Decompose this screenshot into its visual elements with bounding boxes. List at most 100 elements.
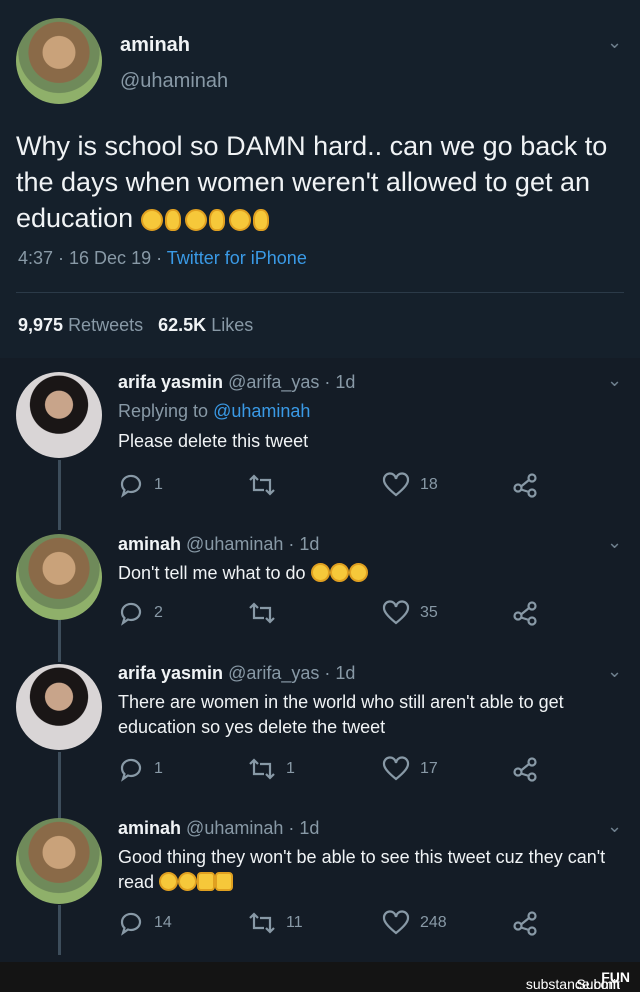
watermark-text: Submit your pics at FUNsubstance.com — [526, 969, 630, 992]
action-bar: 2 35 — [118, 600, 618, 630]
like-action[interactable]: 18 — [382, 472, 438, 498]
like-icon[interactable] — [382, 756, 410, 782]
like-action[interactable]: 35 — [382, 600, 438, 626]
author-name[interactable]: aminah — [120, 34, 190, 57]
action-bar: 1 18 — [118, 472, 618, 502]
reply-count: 1 — [154, 760, 163, 777]
reply-action[interactable]: 14 — [118, 910, 172, 936]
thread-line — [58, 905, 61, 955]
tweet-stats: 9,975 Retweets 62.5K Likes — [18, 315, 253, 336]
retweet-action[interactable]: 11 — [248, 910, 303, 936]
laughing-emoji — [178, 872, 198, 891]
tweet-text-content: Why is school so DAMN hard.. can we go b… — [16, 131, 608, 233]
replying-to: Replying to @uhaminah — [118, 401, 310, 422]
laughing-emoji — [329, 563, 349, 582]
reply-icon[interactable] — [118, 756, 144, 782]
laughing-emoji — [159, 872, 179, 891]
reply-action[interactable]: 1 — [118, 472, 163, 498]
like-count: 248 — [420, 914, 447, 931]
thread-line — [58, 752, 61, 822]
reply-icon[interactable] — [118, 472, 144, 498]
thumbs-up-emoji — [215, 872, 234, 891]
avatar[interactable] — [16, 818, 102, 904]
share-icon[interactable] — [512, 600, 538, 626]
thread-line — [58, 620, 61, 662]
reply-icon[interactable] — [118, 910, 144, 936]
author-handle[interactable]: @uhaminah — [120, 70, 228, 93]
retweet-icon[interactable] — [248, 600, 276, 626]
retweet-icon[interactable] — [248, 472, 276, 498]
avatar[interactable] — [16, 534, 102, 620]
author-handle[interactable]: @uhaminah · 1d — [186, 534, 319, 554]
reply-action[interactable]: 1 — [118, 756, 163, 782]
chevron-down-icon[interactable]: ⌄ — [607, 370, 622, 391]
retweet-action[interactable]: 1 — [248, 756, 295, 782]
retweet-count: 11 — [286, 914, 303, 931]
tweet-text: Why is school so DAMN hard.. can we go b… — [16, 128, 626, 236]
reply-text: Don't tell me what to do — [118, 563, 306, 583]
thread-line — [58, 460, 61, 530]
thumbs-up-emoji — [197, 872, 216, 891]
author-name[interactable]: arifa yasmin — [118, 663, 223, 683]
avatar[interactable] — [16, 18, 102, 104]
reply-action[interactable]: 2 — [118, 600, 163, 626]
laughing-emoji — [348, 563, 368, 582]
share-action[interactable] — [512, 910, 538, 936]
replying-handle[interactable]: @uhaminah — [213, 401, 310, 421]
author-name[interactable]: arifa yasmin — [118, 372, 223, 392]
likes-label[interactable]: Likes — [211, 315, 253, 335]
like-count: 18 — [420, 476, 438, 493]
chevron-down-icon[interactable]: ⌄ — [607, 816, 622, 837]
chevron-down-icon[interactable]: ⌄ — [607, 661, 622, 682]
reply-icon[interactable] — [118, 600, 144, 626]
action-bar: 14 11 248 — [118, 910, 618, 940]
ok-hand-emoji — [208, 209, 225, 231]
ok-hand-emoji — [252, 209, 269, 231]
reply-text: There are women in the world who still a… — [118, 692, 564, 737]
weary-face-emoji — [184, 209, 207, 231]
like-action[interactable]: 248 — [382, 910, 447, 936]
author-handle[interactable]: @uhaminah · 1d — [186, 818, 319, 838]
avatar[interactable] — [16, 372, 102, 458]
retweet-action[interactable] — [248, 600, 286, 626]
weary-face-emoji — [228, 209, 251, 231]
share-icon[interactable] — [512, 472, 538, 498]
retweet-icon[interactable] — [248, 756, 276, 782]
reply-count: 14 — [154, 914, 172, 931]
reply-count: 2 — [154, 604, 163, 621]
ok-hand-emoji — [164, 209, 181, 231]
like-action[interactable]: 17 — [382, 756, 438, 782]
chevron-down-icon[interactable]: ⌄ — [607, 32, 622, 53]
retweets-label[interactable]: Retweets — [68, 315, 143, 335]
share-action[interactable] — [512, 756, 538, 782]
share-icon[interactable] — [512, 756, 538, 782]
likes-count[interactable]: 62.5K — [158, 315, 206, 335]
retweets-count[interactable]: 9,975 — [18, 315, 63, 335]
like-icon[interactable] — [382, 600, 410, 626]
source-link[interactable]: Twitter for iPhone — [167, 248, 307, 268]
share-action[interactable] — [512, 600, 538, 626]
divider — [16, 292, 624, 293]
retweet-icon[interactable] — [248, 910, 276, 936]
watermark-brand-rest: substance.com — [525, 976, 620, 992]
like-icon[interactable] — [382, 472, 410, 498]
share-action[interactable] — [512, 472, 538, 498]
avatar[interactable] — [16, 664, 102, 750]
author-name[interactable]: aminah — [118, 534, 181, 554]
replying-prefix: Replying to — [118, 401, 214, 421]
reply-author: aminah @uhaminah · 1d — [118, 818, 319, 839]
watermark-footer: Submit your pics at FUNsubstance.com — [0, 962, 640, 992]
reply-text-row: Don't tell me what to do — [118, 563, 368, 584]
chevron-down-icon[interactable]: ⌄ — [607, 532, 622, 553]
timestamp: 4:37 · 16 Dec 19 · — [18, 248, 167, 268]
main-tweet: aminah @uhaminah ⌄ Why is school so DAMN… — [0, 0, 640, 358]
author-handle[interactable]: @arifa_yas · 1d — [228, 372, 355, 392]
share-icon[interactable] — [512, 910, 538, 936]
author-name[interactable]: aminah — [118, 818, 181, 838]
like-count: 35 — [420, 604, 438, 621]
author-handle[interactable]: @arifa_yas · 1d — [228, 663, 355, 683]
retweet-count: 1 — [286, 760, 295, 777]
reply-author: aminah @uhaminah · 1d — [118, 534, 319, 555]
like-icon[interactable] — [382, 910, 410, 936]
retweet-action[interactable] — [248, 472, 286, 498]
